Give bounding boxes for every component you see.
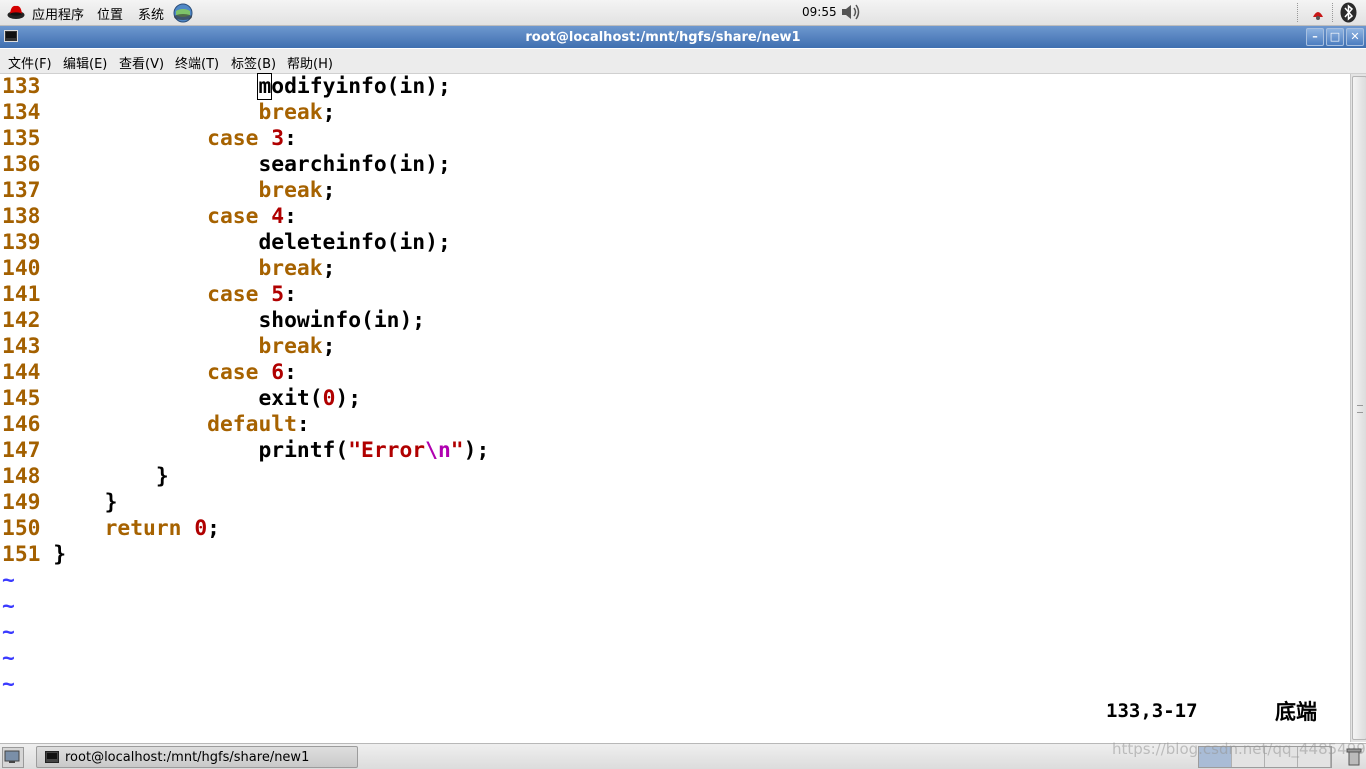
vertical-scrollbar[interactable] (1350, 74, 1366, 742)
code-line: 146 default: (2, 412, 310, 437)
scrollbar-grip-icon (1357, 405, 1363, 413)
network-browser-icon[interactable] (172, 2, 194, 24)
line-number: 145 (2, 386, 41, 411)
menu-edit[interactable]: 编辑(E) (63, 53, 107, 72)
line-number: 148 (2, 464, 41, 489)
line-number: 133 (2, 74, 41, 99)
code-line: 145 exit(0); (2, 386, 362, 411)
menu-places[interactable]: 位置 (97, 4, 123, 23)
empty-line-marker: ~ (2, 646, 15, 671)
taskbar-window-label: root@localhost:/mnt/hgfs/share/new1 (65, 750, 310, 765)
menu-view[interactable]: 查看(V) (119, 53, 164, 72)
window-title: root@localhost:/mnt/hgfs/share/new1 (525, 30, 801, 45)
watermark-text: https://blog.csdn.net/qq_44854994 (1112, 740, 1366, 758)
trash-icon[interactable] (1346, 747, 1362, 766)
empty-line-marker: ~ (2, 594, 15, 619)
scrollbar-thumb[interactable] (1352, 76, 1366, 740)
code-line: 150 return 0; (2, 516, 220, 541)
code-line: 149 } (2, 490, 118, 515)
taskbar-window-button[interactable]: root@localhost:/mnt/hgfs/share/new1 (36, 746, 358, 768)
line-number: 140 (2, 256, 41, 281)
clock[interactable]: 09:55 (802, 5, 837, 19)
menu-terminal[interactable]: 终端(T) (175, 53, 219, 72)
menu-help[interactable]: 帮助(H) (287, 53, 333, 72)
close-button[interactable]: ✕ (1346, 28, 1364, 46)
code-line: 137 break; (2, 178, 336, 203)
text-cursor: m (257, 73, 273, 100)
code-line: 151 } (2, 542, 67, 567)
terminal-icon (45, 751, 59, 763)
line-number: 137 (2, 178, 41, 203)
cursor-position-ruler: 133,3-17 (1106, 700, 1198, 722)
line-number: 144 (2, 360, 41, 385)
menu-bar: 文件(F) 编辑(E) 查看(V) 终端(T) 标签(B) 帮助(H) (0, 49, 1366, 74)
bottom-panel: root@localhost:/mnt/hgfs/share/new1 http… (0, 740, 1366, 769)
menu-system[interactable]: 系统 (138, 4, 164, 23)
code-line: 140 break; (2, 256, 336, 281)
line-number: 150 (2, 516, 41, 541)
empty-line-marker: ~ (2, 568, 15, 593)
line-number: 147 (2, 438, 41, 463)
code-line: 142 showinfo(in); (2, 308, 426, 333)
show-desktop-button[interactable] (2, 747, 24, 768)
code-line: 138 case 4: (2, 204, 297, 229)
code-line: 133 modifyinfo(in); (2, 73, 451, 100)
scroll-position-label: 底端 (1275, 700, 1317, 724)
code-line: 139 deleteinfo(in); (2, 230, 451, 255)
code-line: 136 searchinfo(in); (2, 152, 451, 177)
code-line: 144 case 6: (2, 360, 297, 385)
line-number: 141 (2, 282, 41, 307)
line-number: 143 (2, 334, 41, 359)
menu-tabs[interactable]: 标签(B) (231, 53, 276, 72)
line-number: 142 (2, 308, 41, 333)
top-panel: 应用程序 位置 系统 09:55 (0, 0, 1366, 26)
redhat-logo-icon[interactable] (7, 3, 25, 21)
code-line: 147 printf("Error\n"); (2, 438, 490, 463)
line-number: 139 (2, 230, 41, 255)
menu-file[interactable]: 文件(F) (8, 53, 52, 72)
volume-icon[interactable] (840, 2, 862, 22)
line-number: 149 (2, 490, 41, 515)
line-number: 134 (2, 100, 41, 125)
terminal-area[interactable]: 133 modifyinfo(in); 134 break; 135 case … (0, 73, 1350, 742)
code-view[interactable]: 133 modifyinfo(in); 134 break; 135 case … (2, 73, 490, 698)
menu-applications[interactable]: 应用程序 (32, 4, 84, 23)
update-notifier-icon[interactable] (1310, 5, 1326, 21)
line-number: 138 (2, 204, 41, 229)
panel-separator (1297, 3, 1300, 22)
line-number: 151 (2, 542, 41, 567)
show-desktop-icon (4, 750, 20, 763)
window-titlebar[interactable]: root@localhost:/mnt/hgfs/share/new1 – □ … (0, 26, 1366, 48)
line-number: 135 (2, 126, 41, 151)
empty-line-marker: ~ (2, 620, 15, 645)
panel-separator (1332, 3, 1335, 22)
maximize-button[interactable]: □ (1326, 28, 1344, 46)
bluetooth-icon[interactable] (1339, 2, 1358, 23)
code-line: 141 case 5: (2, 282, 297, 307)
minimize-button[interactable]: – (1306, 28, 1324, 46)
empty-line-marker: ~ (2, 672, 15, 697)
code-line: 135 case 3: (2, 126, 297, 151)
code-line: 143 break; (2, 334, 336, 359)
code-line: 148 } (2, 464, 169, 489)
line-number: 146 (2, 412, 41, 437)
code-line: 134 break; (2, 100, 336, 125)
line-number: 136 (2, 152, 41, 177)
